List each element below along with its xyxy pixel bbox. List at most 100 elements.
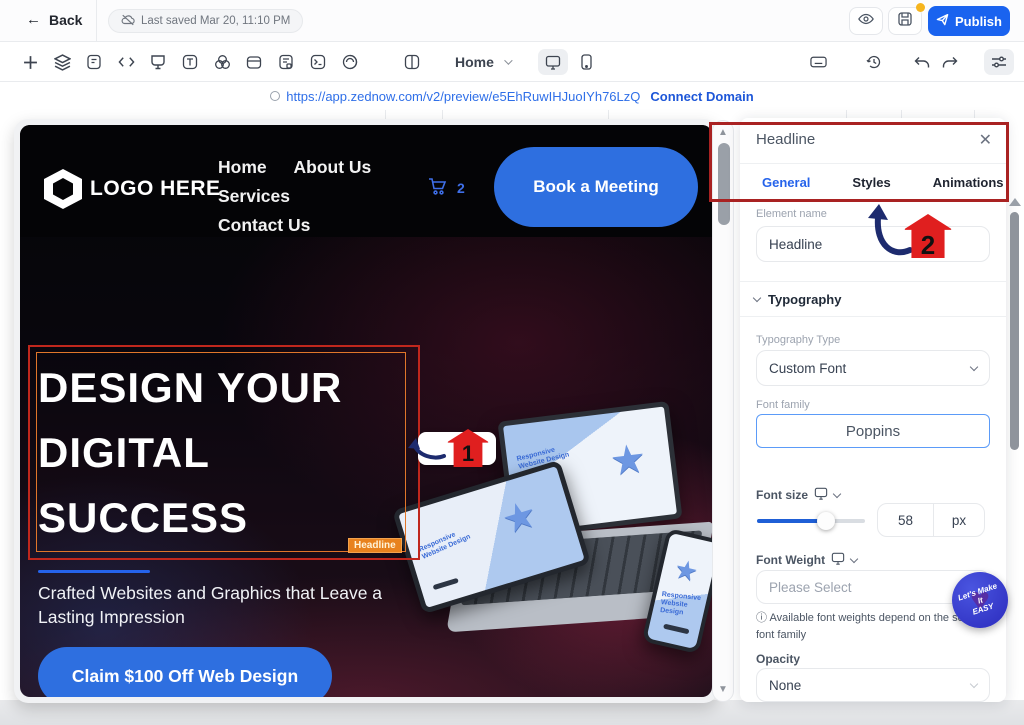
- typography-section-label: Typography: [768, 292, 841, 307]
- chevron-down-icon: [504, 56, 512, 64]
- redo-icon[interactable]: [940, 52, 960, 72]
- typography-type-label: Typography Type: [756, 334, 840, 346]
- typography-section-toggle[interactable]: Typography: [754, 292, 841, 307]
- easy-badge: ♥ Let's Make It EASY: [952, 572, 1008, 628]
- eye-icon: [858, 12, 874, 30]
- back-button[interactable]: ← Back: [26, 11, 82, 28]
- slider-thumb[interactable]: [817, 512, 835, 530]
- terminal-icon[interactable]: [308, 52, 328, 72]
- forms-icon[interactable]: [84, 52, 104, 72]
- back-label: Back: [49, 12, 82, 28]
- page-selector-dropdown[interactable]: Home: [455, 50, 510, 74]
- text-icon[interactable]: [180, 52, 200, 72]
- last-saved-badge: Last saved Mar 20, 11:10 PM: [108, 9, 303, 33]
- code-embed-icon[interactable]: [116, 52, 136, 72]
- form-builder-icon[interactable]: [276, 52, 296, 72]
- font-weight-label-row: Font Weight: [756, 552, 857, 568]
- shapes-icon[interactable]: [212, 52, 232, 72]
- history-icon[interactable]: [864, 52, 884, 72]
- font-weight-label: Font Weight: [756, 553, 825, 567]
- nav-link-about[interactable]: About Us: [294, 153, 372, 182]
- font-size-input[interactable]: 58: [878, 504, 934, 536]
- claim-offer-button[interactable]: Claim $100 Off Web Design: [38, 647, 332, 697]
- typography-type-select[interactable]: Custom Font: [756, 350, 990, 386]
- tab-general[interactable]: General: [762, 164, 810, 200]
- logo-text: LOGO HERE: [90, 177, 221, 201]
- divider: [96, 0, 97, 42]
- step-number: 2: [921, 232, 935, 258]
- font-weight-note: ⓘ Available font weights depend on the s…: [756, 610, 986, 644]
- font-size-label-row: Font size: [756, 487, 840, 503]
- nav-link-contact[interactable]: Contact Us: [218, 211, 310, 240]
- connect-domain-link[interactable]: Connect Domain: [650, 89, 753, 104]
- preview-button[interactable]: [849, 7, 883, 35]
- hero-subtitle[interactable]: Crafted Websites and Graphics that Leave…: [38, 581, 393, 629]
- theme-icon[interactable]: [340, 52, 360, 72]
- note-line-2: font family: [756, 629, 806, 641]
- scroll-down-icon[interactable]: ▼: [713, 684, 733, 695]
- device-monitor-icon[interactable]: [831, 552, 845, 568]
- publish-button[interactable]: Publish: [928, 6, 1010, 36]
- split-layout-icon[interactable]: [402, 52, 422, 72]
- tab-animations[interactable]: Animations: [933, 164, 1004, 200]
- opacity-select[interactable]: None: [756, 668, 990, 702]
- logo-hexagon-icon: [44, 169, 82, 209]
- mobile-view-button[interactable]: [576, 52, 596, 72]
- nav-link-home[interactable]: Home: [218, 153, 267, 182]
- keyboard-icon[interactable]: [808, 52, 828, 72]
- publish-label: Publish: [955, 14, 1002, 29]
- annotation-step1-box: 1: [418, 432, 496, 465]
- mockup-button: [663, 624, 689, 635]
- headline-line-2: DIGITAL: [38, 429, 210, 476]
- add-element-icon[interactable]: [20, 52, 40, 72]
- chevron-down-icon[interactable]: [833, 489, 841, 497]
- tablet-caption: Responsive Website Design: [418, 526, 472, 562]
- container-icon[interactable]: [244, 52, 264, 72]
- page-bottom-strip: [0, 700, 1024, 725]
- scroll-up-icon[interactable]: ▲: [713, 127, 733, 138]
- panel-header: Headline ✕: [740, 118, 1006, 164]
- nav-link-services[interactable]: Services: [218, 182, 290, 211]
- divider: [740, 281, 1006, 282]
- save-button[interactable]: [888, 7, 922, 35]
- phone-caption: Responsive Website Design: [660, 591, 706, 619]
- font-size-unit-select[interactable]: px: [934, 504, 984, 536]
- info-icon: ⓘ: [756, 612, 767, 624]
- last-saved-text: Last saved Mar 20, 11:10 PM: [141, 15, 290, 27]
- close-icon[interactable]: ✕: [979, 130, 992, 150]
- save-icon: [898, 12, 912, 31]
- settings-sliders-icon[interactable]: [984, 49, 1014, 75]
- cloud-off-icon: [121, 14, 135, 29]
- desktop-view-button[interactable]: [538, 49, 568, 75]
- font-size-label: Font size: [756, 488, 808, 502]
- divider: [740, 316, 1006, 317]
- book-meeting-button[interactable]: Book a Meeting: [494, 147, 698, 227]
- element-name-value: Headline: [769, 237, 822, 252]
- hero-headline[interactable]: DESIGN YOUR DIGITAL SUCCESS: [38, 355, 342, 550]
- font-family-picker[interactable]: Poppins: [756, 414, 990, 448]
- preview-url-link[interactable]: https://app.zednow.com/v2/preview/e5EhRu…: [270, 89, 640, 104]
- site-logo: LOGO HERE: [44, 169, 221, 209]
- step-number: 1: [462, 441, 474, 467]
- hero-divider: [38, 570, 150, 573]
- font-size-slider[interactable]: [757, 519, 865, 523]
- font-size-value-group: 58 px: [877, 503, 985, 537]
- editor-toolbar: Home: [0, 42, 1024, 82]
- site-nav: Home About Us Services Contact Us: [218, 153, 403, 240]
- scroll-up-icon[interactable]: [1009, 198, 1021, 206]
- widget-icon[interactable]: [148, 52, 168, 72]
- panel-scrollbar-thumb[interactable]: [1010, 212, 1019, 450]
- back-arrow-icon: ←: [26, 11, 41, 28]
- canvas-scrollbar[interactable]: ▲ ▼: [712, 120, 734, 702]
- undo-icon[interactable]: [912, 52, 932, 72]
- star-icon: ★: [497, 491, 543, 544]
- cart-icon: [428, 177, 448, 198]
- send-icon: [936, 13, 949, 29]
- tab-styles[interactable]: Styles: [852, 164, 890, 200]
- device-monitor-icon[interactable]: [814, 487, 828, 503]
- annotation-step1-marker: 1: [448, 429, 488, 467]
- chevron-down-icon[interactable]: [850, 554, 858, 562]
- cart-button[interactable]: 2: [428, 177, 465, 198]
- layers-icon[interactable]: [52, 52, 72, 72]
- scrollbar-thumb[interactable]: [718, 143, 730, 225]
